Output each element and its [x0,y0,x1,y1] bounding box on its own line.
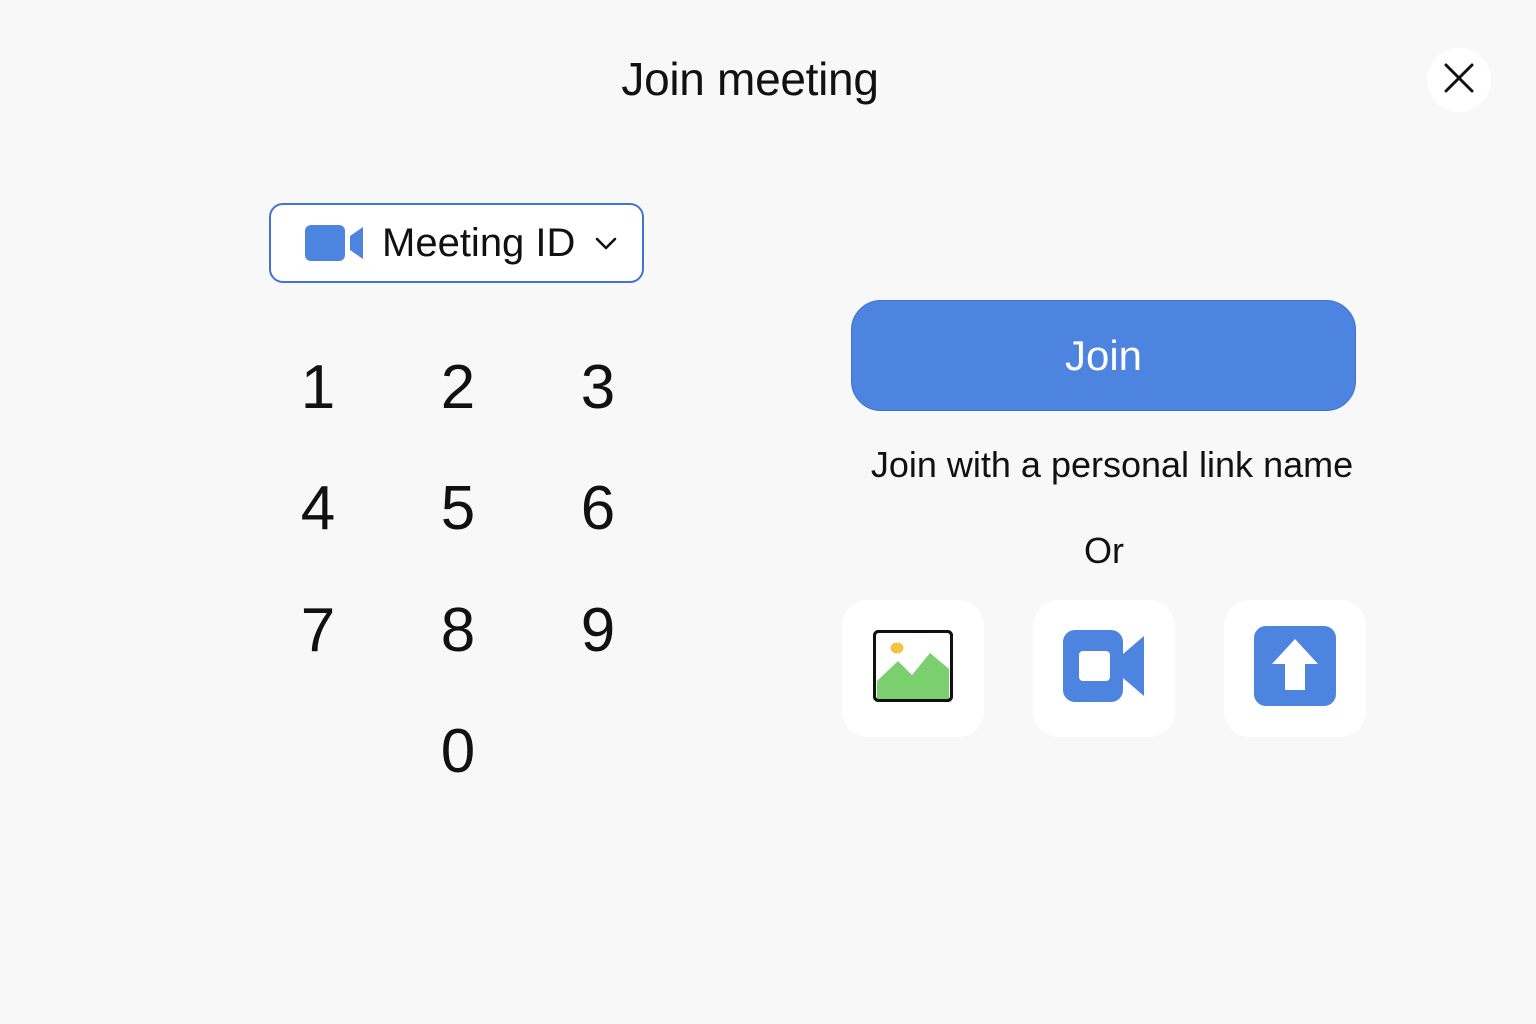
keypad-key-6[interactable]: 6 [543,463,653,553]
meeting-id-label: Meeting ID [382,220,576,265]
keypad-key-1[interactable]: 1 [263,342,373,432]
join-option-video-button[interactable] [1033,600,1175,737]
join-option-upload-button[interactable] [1224,600,1366,737]
or-divider-text: Or [1084,530,1124,571]
keypad-key-8[interactable]: 8 [403,585,513,675]
video-camera-icon [305,223,365,263]
close-button[interactable] [1427,48,1491,112]
join-meeting-dialog: Join meeting Meeting ID 1 2 3 4 5 6 7 8 … [0,0,1536,1024]
close-icon [1443,62,1475,99]
keypad-key-9[interactable]: 9 [543,585,653,675]
keypad-key-3[interactable]: 3 [543,342,653,432]
page-title: Join meeting [621,53,879,105]
video-camera-icon [1063,630,1145,707]
image-icon [872,629,954,708]
keypad-key-7[interactable]: 7 [263,585,373,675]
personal-link-name-link[interactable]: Join with a personal link name [812,444,1412,486]
keypad-key-0[interactable]: 0 [403,706,513,796]
join-button[interactable]: Join [851,300,1356,411]
upload-icon [1254,626,1336,711]
keypad-key-5[interactable]: 5 [403,463,513,553]
meeting-id-dropdown[interactable]: Meeting ID [269,203,644,283]
join-option-image-button[interactable] [842,600,984,737]
keypad-key-4[interactable]: 4 [263,463,373,553]
chevron-down-icon [593,230,619,256]
keypad-key-2[interactable]: 2 [403,342,513,432]
